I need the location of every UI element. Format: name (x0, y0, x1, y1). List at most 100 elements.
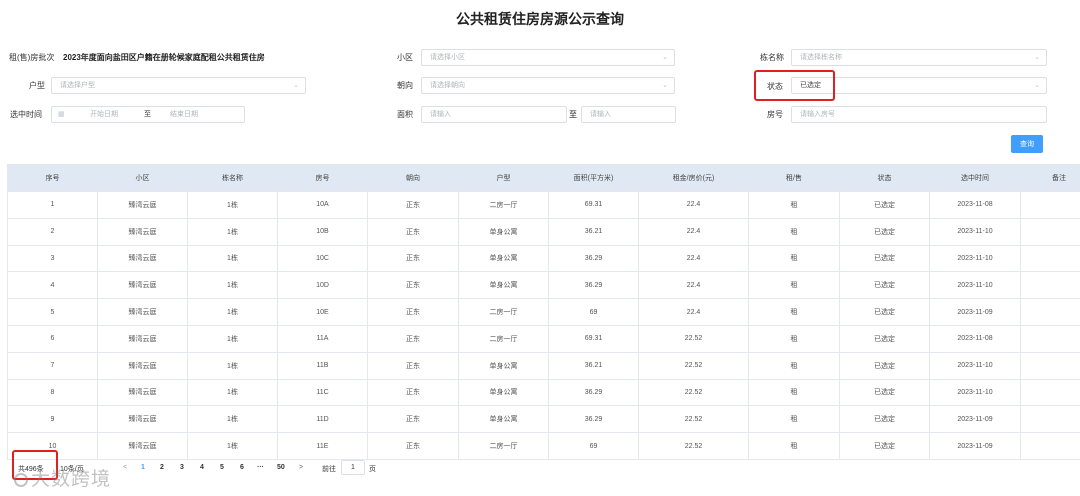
table-cell: 11D (277, 405, 368, 434)
community-select[interactable]: 请选择小区 ⌄ (421, 49, 675, 66)
table-cell: 11E (277, 432, 368, 460)
table-cell: 1 (7, 191, 98, 219)
table-cell: 租 (748, 324, 840, 353)
table-cell: 1栋 (187, 244, 278, 273)
table-cell: 69 (548, 298, 639, 326)
page-number[interactable]: 2 (160, 464, 164, 471)
table-cell: 正东 (367, 298, 459, 326)
table-row: 1 臻湾云庭 1栋 10A 正东 二房一厅 69.31 22.4 租已选定 2023-11-08 (7, 191, 1080, 219)
table-cell: 臻湾云庭 (97, 191, 188, 219)
table-cell: 1栋 (187, 378, 278, 407)
column-header: 户型 (458, 164, 549, 192)
table-cell (1020, 298, 1080, 326)
page-number[interactable]: 4 (200, 464, 204, 471)
search-button[interactable]: 查询 (1011, 135, 1043, 153)
room-input[interactable]: 请输入房号 (791, 106, 1047, 123)
table-cell: 1栋 (187, 298, 278, 326)
building-select[interactable]: 请选择栋名称 ⌄ (791, 49, 1047, 66)
table-cell: 租 (748, 191, 840, 219)
table-cell: 22.52 (638, 351, 749, 380)
next-page-button[interactable]: > (299, 464, 303, 471)
table-cell (1020, 217, 1080, 246)
table-cell: 臻湾云庭 (97, 244, 188, 273)
page-ellipsis[interactable]: ··· (257, 464, 264, 471)
table-row: 10 臻湾云庭 1栋 11E 正东 二房一厅 69 22.52 租已选定 2023-11-09 (7, 432, 1080, 460)
table-cell: 已选定 (839, 351, 930, 380)
table-cell: 22.52 (638, 405, 749, 434)
table-cell: 1栋 (187, 351, 278, 380)
table-cell: 正东 (367, 351, 459, 380)
page-number[interactable]: 6 (240, 464, 244, 471)
watermark: 大数跨境 (14, 464, 111, 491)
orientation-placeholder: 请选择朝向 (430, 82, 465, 89)
area-min-input[interactable]: 请输入 (421, 106, 567, 123)
table-cell: 10A (277, 191, 368, 219)
area-max-placeholder: 请输入 (590, 111, 611, 118)
table-cell: 臻湾云庭 (97, 351, 188, 380)
table-cell: 22.4 (638, 217, 749, 246)
table-cell: 臻湾云庭 (97, 324, 188, 353)
table-cell (1020, 191, 1080, 219)
goto-suffix: 页 (369, 466, 376, 473)
table-cell (1020, 351, 1080, 380)
column-header: 备注 (1020, 164, 1080, 192)
table-cell: 租 (748, 298, 840, 326)
table-cell: 69.31 (548, 191, 639, 219)
table-cell (1020, 324, 1080, 353)
table-cell: 2023-11-10 (929, 244, 1021, 273)
table-cell: 二房一厅 (458, 191, 549, 219)
table-cell: 已选定 (839, 432, 930, 460)
table-cell: 1栋 (187, 432, 278, 460)
page-number[interactable]: 5 (220, 464, 224, 471)
table-cell: 6 (7, 324, 98, 353)
layout-label: 户型 (29, 81, 45, 90)
chevron-down-icon: ⌄ (293, 82, 299, 89)
orientation-select[interactable]: 请选择朝向 ⌄ (421, 77, 675, 94)
table-cell: 正东 (367, 324, 459, 353)
table-cell: 正东 (367, 191, 459, 219)
layout-placeholder: 请选择户型 (60, 82, 95, 89)
page-number[interactable]: 3 (180, 464, 184, 471)
table-cell: 2023-11-09 (929, 298, 1021, 326)
page-number[interactable]: 50 (277, 464, 285, 471)
prev-page-button[interactable]: < (123, 464, 127, 471)
area-max-input[interactable]: 请输入 (581, 106, 676, 123)
table-row: 5 臻湾云庭 1栋 10E 正东 二房一厅 69 22.4 租已选定 2023-11-09 (7, 298, 1080, 326)
housing-table: 序号 小区 栋名称 房号 朝向 户型 面积(平方米) 租金/房价(元) 租/售 … (7, 164, 1080, 460)
area-label: 面积 (397, 110, 413, 119)
table-cell: 22.4 (638, 271, 749, 300)
page-number[interactable]: 1 (141, 464, 145, 471)
table-row: 4 臻湾云庭 1栋 10D 正东 单身公寓 36.29 22.4 租已选定 2023-11-10 (7, 271, 1080, 300)
area-min-placeholder: 请输入 (430, 111, 451, 118)
table-cell: 单身公寓 (458, 351, 549, 380)
pagination: 共496条 10条/页 < 1 2 3 4 5 6 ··· 50 > 前往 1 … (0, 460, 1080, 476)
table-cell: 单身公寓 (458, 271, 549, 300)
table-cell: 已选定 (839, 244, 930, 273)
date-range-picker[interactable]: ▦ 开始日期 至 结束日期 (51, 106, 245, 123)
table-cell: 22.4 (638, 298, 749, 326)
table-cell: 1栋 (187, 324, 278, 353)
table-cell: 单身公寓 (458, 378, 549, 407)
table-cell: 租 (748, 271, 840, 300)
table-cell: 36.21 (548, 351, 639, 380)
column-header: 选中时间 (929, 164, 1021, 192)
goto-label: 前往 (322, 466, 336, 473)
table-cell: 正东 (367, 217, 459, 246)
building-label: 栋名称 (760, 53, 784, 62)
time-label: 选中时间 (10, 110, 42, 119)
table-cell: 正东 (367, 271, 459, 300)
chevron-down-icon: ⌄ (1034, 82, 1040, 89)
table-cell: 69 (548, 432, 639, 460)
table-cell: 11A (277, 324, 368, 353)
table-cell: 1栋 (187, 191, 278, 219)
layout-select[interactable]: 请选择户型 ⌄ (51, 77, 306, 94)
batch-value: 2023年度面向盐田区户籍在册轮候家庭配租公共租赁住房 (63, 53, 265, 62)
goto-page-input[interactable]: 1 (341, 460, 365, 475)
table-cell: 正东 (367, 432, 459, 460)
table-cell: 已选定 (839, 217, 930, 246)
table-cell: 租 (748, 217, 840, 246)
table-cell: 2023-11-08 (929, 191, 1021, 219)
table-cell: 2023-11-09 (929, 432, 1021, 460)
table-cell: 二房一厅 (458, 324, 549, 353)
table-cell: 22.4 (638, 191, 749, 219)
